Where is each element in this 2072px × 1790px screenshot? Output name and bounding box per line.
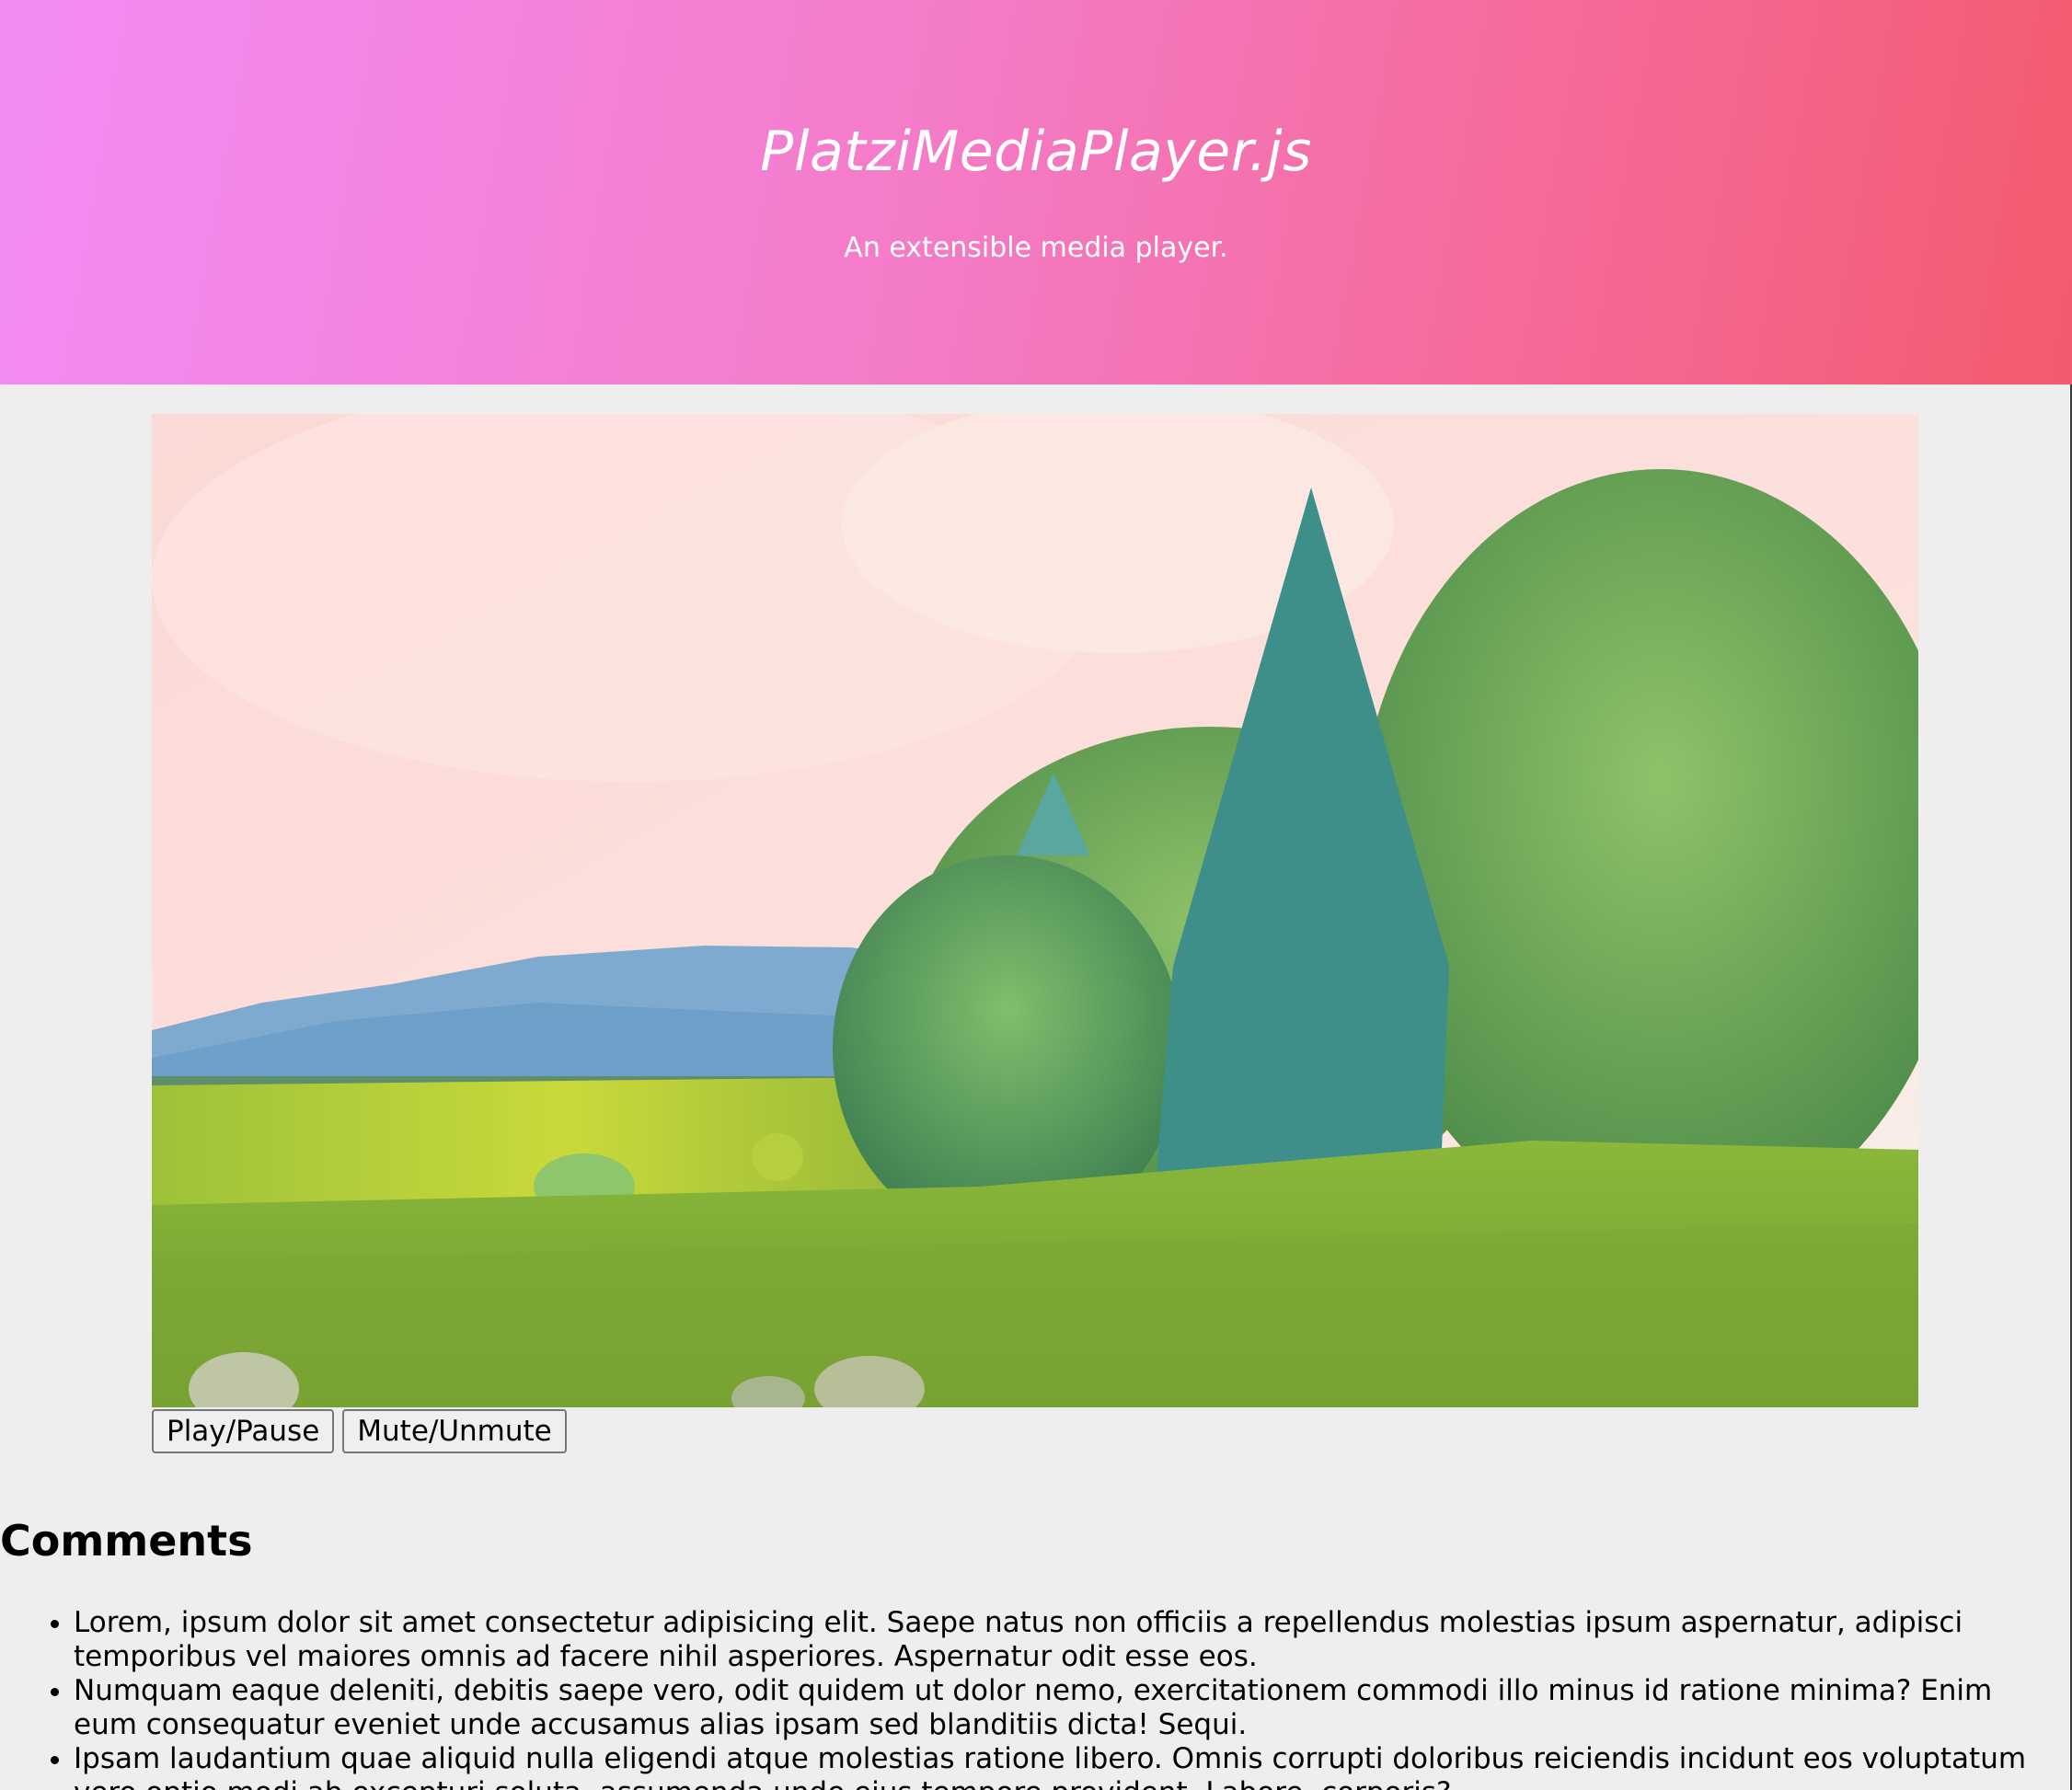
media-player: Play/Pause Mute/Unmute [152,414,1918,1453]
comments-list: Lorem, ipsum dolor sit amet consectetur … [0,1606,2070,1790]
play-pause-button[interactable]: Play/Pause [152,1409,335,1453]
video-player[interactable] [152,414,1918,1407]
comment-item: Numquam eaque deleniti, debitis saepe ve… [74,1674,2070,1742]
comment-item: Ipsam laudantium quae aliquid nulla elig… [74,1742,2070,1790]
comment-item: Lorem, ipsum dolor sit amet consectetur … [74,1606,2070,1674]
player-controls: Play/Pause Mute/Unmute [152,1409,1918,1453]
page: PlatziMediaPlayer.js An extensible media… [0,0,2072,1790]
comments-heading: Comments [0,1516,253,1566]
page-subtitle: An extensible media player. [844,232,1228,264]
video-frame-image [152,414,1918,1407]
page-title: PlatziMediaPlayer.js [760,120,1312,184]
page-header: PlatziMediaPlayer.js An extensible media… [0,0,2072,384]
mute-unmute-button[interactable]: Mute/Unmute [342,1409,567,1453]
